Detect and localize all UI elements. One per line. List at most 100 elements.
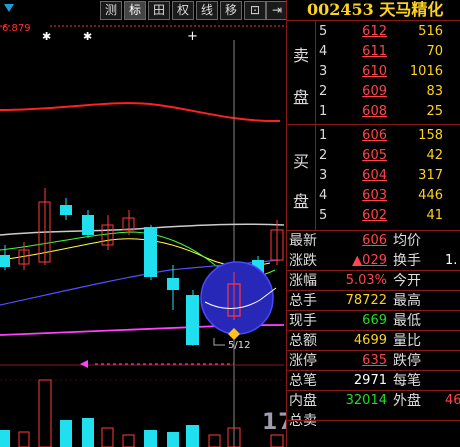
stat-label: 涨跌 [289,253,317,269]
stat-row: 总笔 2971 每笔 [287,371,460,391]
stock-title: 002453 天马精化 [307,0,443,20]
left-arrow-icon[interactable] [80,360,88,368]
stat-label: 最低 [393,313,421,329]
stat-label: 总手 [289,293,317,309]
toolbar-button-move[interactable]: 移 [220,1,242,20]
ask-volume: 25 [426,104,443,119]
ask-price[interactable]: 609 [349,82,387,102]
stat-value: 606 [362,233,387,248]
stat-row: 总额 4699 量比 [287,331,460,351]
dropdown-arrow-icon[interactable] [4,4,14,12]
stat-label: 内盘 [289,393,317,409]
stat-label: 现手 [289,313,317,329]
bid-level: 5 [319,208,328,223]
event-marker-icon[interactable]: ✱ [83,30,92,43]
bid-price[interactable]: 604 [349,166,387,186]
stat-row: 内盘 32014 外盘 46 [287,391,460,411]
expand-icon[interactable]: ⇥ [266,1,288,20]
ask-row[interactable]: 3 610 1016 [287,62,460,82]
ma5-line [0,223,285,236]
kline-chart[interactable]: 6.879 ✱ ✱ + 5/12 [0,20,285,447]
bid-row[interactable]: 2 605 42 [287,146,460,166]
ask-row[interactable]: 2 609 83 [287,82,460,102]
stat-value: ▲029 [352,253,387,268]
stat-value: 78722 [345,293,387,308]
toolbar-button-line[interactable]: 线 [196,1,218,20]
stat-value: 46 [445,393,460,408]
bid-row[interactable]: 5 602 41 [287,206,460,226]
ask-row[interactable]: 5 612 516 [287,22,460,42]
plus-marker-icon[interactable]: + [187,29,198,44]
ask-price[interactable]: 611 [349,42,387,62]
bid-level: 3 [319,168,328,183]
stat-label: 每笔 [393,373,421,389]
bid-volume: 42 [426,148,443,163]
stat-label: 涨幅 [289,273,317,289]
toolbar-button-measure[interactable]: 测 [100,1,122,20]
bid-price[interactable]: 602 [349,206,387,226]
stat-value: 1. [445,253,458,268]
ask-level: 1 [319,104,328,119]
bid-volume: 41 [426,208,443,223]
date-label: 5/12 [228,340,250,351]
stat-label: 总卖 [289,413,317,429]
bid-price[interactable]: 606 [349,126,387,146]
ask-level: 3 [319,64,328,79]
stat-value: 2971 [353,373,387,388]
stat-label: 换手 [393,253,421,269]
bid-row[interactable]: 1 606 158 [287,126,460,146]
price-axis-label: 6.879 [2,23,31,34]
stat-row: 总手 78722 最高 [287,291,460,311]
ask-level: 5 [319,24,328,39]
bid-volume: 158 [418,128,443,143]
bid-volume: 446 [418,188,443,203]
ask-volume: 83 [426,84,443,99]
stat-label: 涨停 [289,353,317,369]
ask-level: 2 [319,84,328,99]
stock-name: 天马精化 [379,0,444,19]
bid-row[interactable]: 3 604 317 [287,166,460,186]
volume-bars [0,379,284,447]
stat-label: 最高 [393,293,421,309]
bid-price[interactable]: 603 [349,186,387,206]
stat-value: 635 [362,353,387,368]
event-marker-icon[interactable]: ✱ [42,30,51,43]
bid-volume: 317 [418,168,443,183]
stat-row: 涨停 635 跌停 [287,351,460,371]
bid-level: 4 [319,188,328,203]
ask-price[interactable]: 612 [349,22,387,42]
ask-price[interactable]: 608 [349,102,387,122]
stock-code: 002453 [307,0,374,19]
stat-label: 总额 [289,333,317,349]
stat-value: 4699 [353,333,387,348]
stat-label: 最新 [289,233,317,249]
ask-volume: 1016 [409,64,443,79]
toolbar-button-indicator[interactable]: 标 [124,1,146,20]
bid-row[interactable]: 4 603 446 [287,186,460,206]
stat-label: 均价 [393,233,421,249]
ask-volume: 70 [426,44,443,59]
ask-row[interactable]: 1 608 25 [287,102,460,122]
stat-row: 现手 669 最低 [287,311,460,331]
toolbar-button-rights[interactable]: 权 [172,1,194,20]
stat-row: 最新 606 均价 [287,231,460,251]
stat-label: 量比 [393,333,421,349]
bid-level: 2 [319,148,328,163]
ma-line-long [0,102,281,123]
window-icon[interactable]: ⊡ [244,1,266,20]
bid-price[interactable]: 605 [349,146,387,166]
stat-label: 总笔 [289,373,317,389]
stat-value: 5.03% [345,273,387,288]
bid-level: 1 [319,128,328,143]
stat-value: 32014 [345,393,387,408]
quote-panel: 002453 天马精化 卖 盘 5 612 516 4 611 70 3 610 1016 2 60… [286,0,460,447]
stat-row: 总卖 [287,411,460,431]
ask-volume: 516 [418,24,443,39]
ask-price[interactable]: 610 [349,62,387,82]
toolbar-button-grid[interactable]: 田 [148,1,170,20]
ask-row[interactable]: 4 611 70 [287,42,460,62]
stat-row: 涨跌 ▲029 换手 1. [287,251,460,271]
ask-level: 4 [319,44,328,59]
stat-row: 涨幅 5.03% 今开 [287,271,460,291]
stat-label: 跌停 [393,353,421,369]
